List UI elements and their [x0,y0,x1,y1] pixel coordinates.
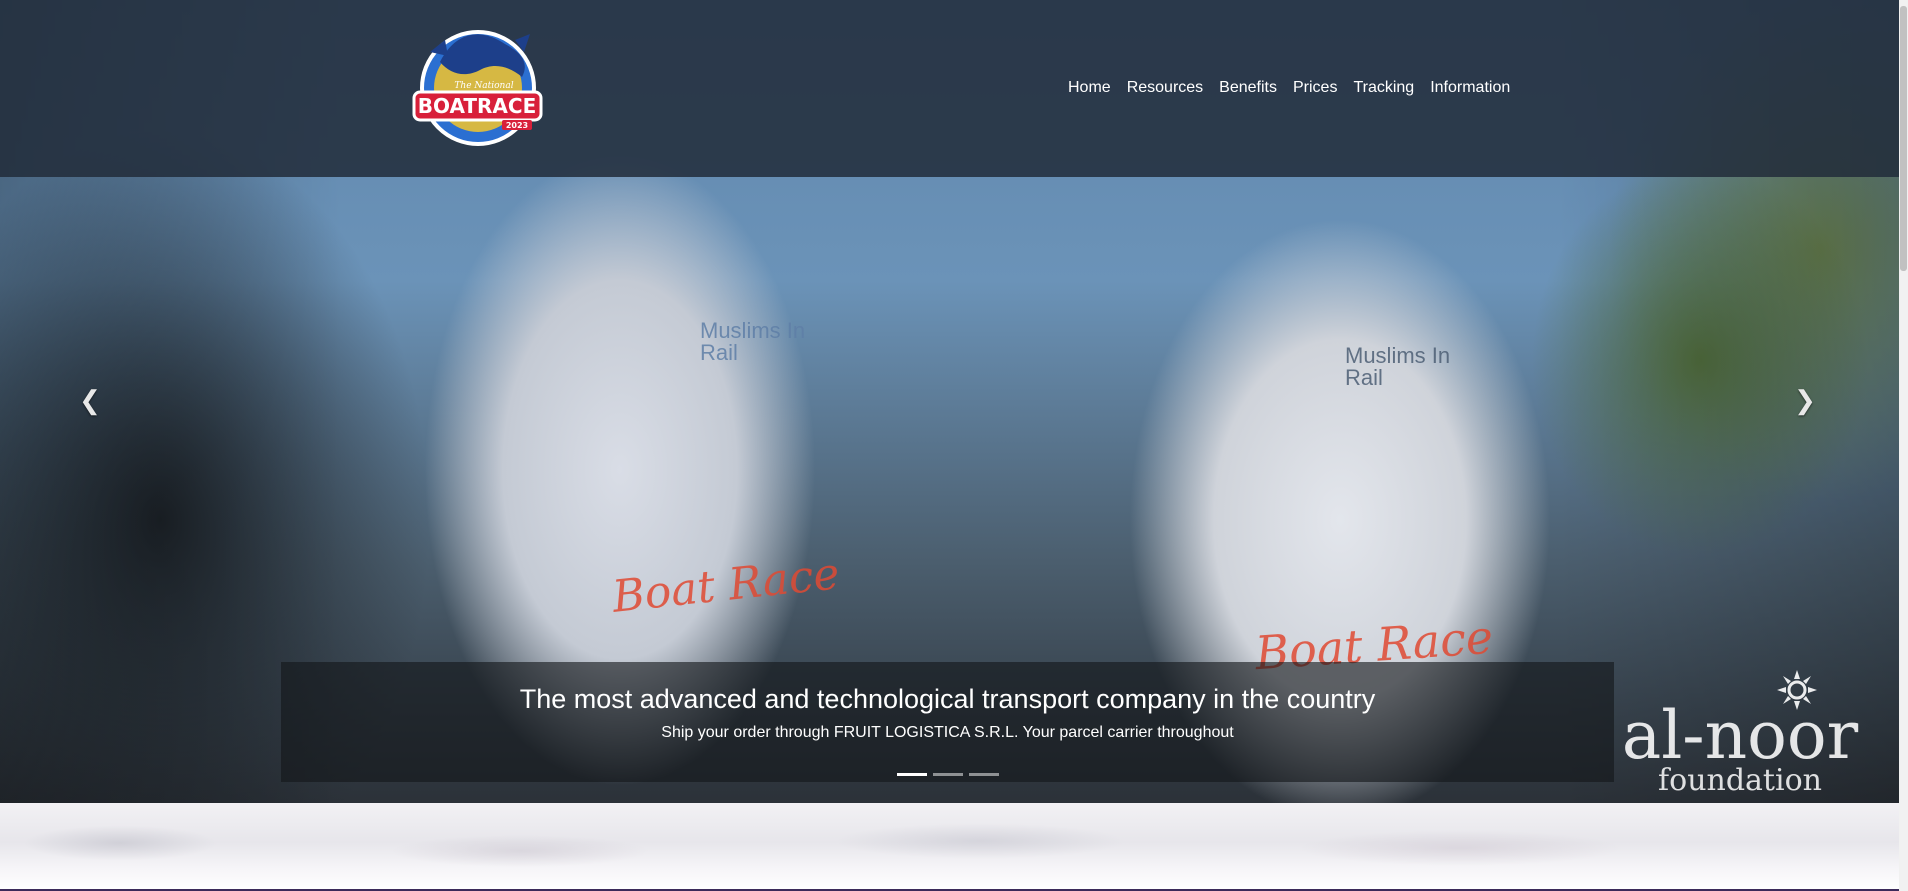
below-hero-section [0,803,1899,891]
sponsor-watermark: al-noor foundation [1590,665,1890,800]
al-noor-logo-icon: al-noor foundation [1622,670,1859,798]
svg-text:foundation: foundation [1658,763,1822,798]
carousel-indicator-1[interactable] [896,773,927,776]
carousel-caption: The most advanced and technological tran… [281,662,1614,782]
nav-resources[interactable]: Resources [1119,76,1211,100]
svg-text:BOATRACE: BOATRACE [418,94,537,118]
carousel-indicator-3[interactable] [968,773,999,776]
nav-prices[interactable]: Prices [1285,76,1345,100]
main-nav: Home Resources Benefits Prices Tracking … [1060,76,1518,100]
carousel-next-button[interactable]: ❯ [1790,385,1820,415]
svg-text:The National: The National [454,81,513,91]
chevron-right-icon: ❯ [1794,385,1816,415]
site-header: BOATRACE The National 2023 Home Resource… [0,0,1899,177]
carousel-indicator-2[interactable] [932,773,963,776]
shirt-brand-right: Muslims In Rail [1345,343,1451,390]
carousel-prev-button[interactable]: ❮ [75,385,105,415]
svg-text:2023: 2023 [506,121,528,130]
dragon-boat-race-logo-icon: BOATRACE The National 2023 [412,30,543,146]
nav-information[interactable]: Information [1422,76,1518,100]
chevron-left-icon: ❮ [79,385,101,415]
carousel-indicators [896,773,999,776]
page-scrollbar[interactable] [1899,0,1908,891]
nav-home[interactable]: Home [1060,76,1119,100]
caption-title: The most advanced and technological tran… [519,684,1376,714]
scrollbar-thumb[interactable] [1900,6,1907,271]
shirt-brand-left: Muslims In Rail [700,318,806,365]
site-logo[interactable]: BOATRACE The National 2023 [410,22,545,147]
nav-benefits[interactable]: Benefits [1211,76,1285,100]
caption-text: Ship your order through FRUIT LOGISTICA … [661,724,1234,741]
nav-tracking[interactable]: Tracking [1345,76,1422,100]
